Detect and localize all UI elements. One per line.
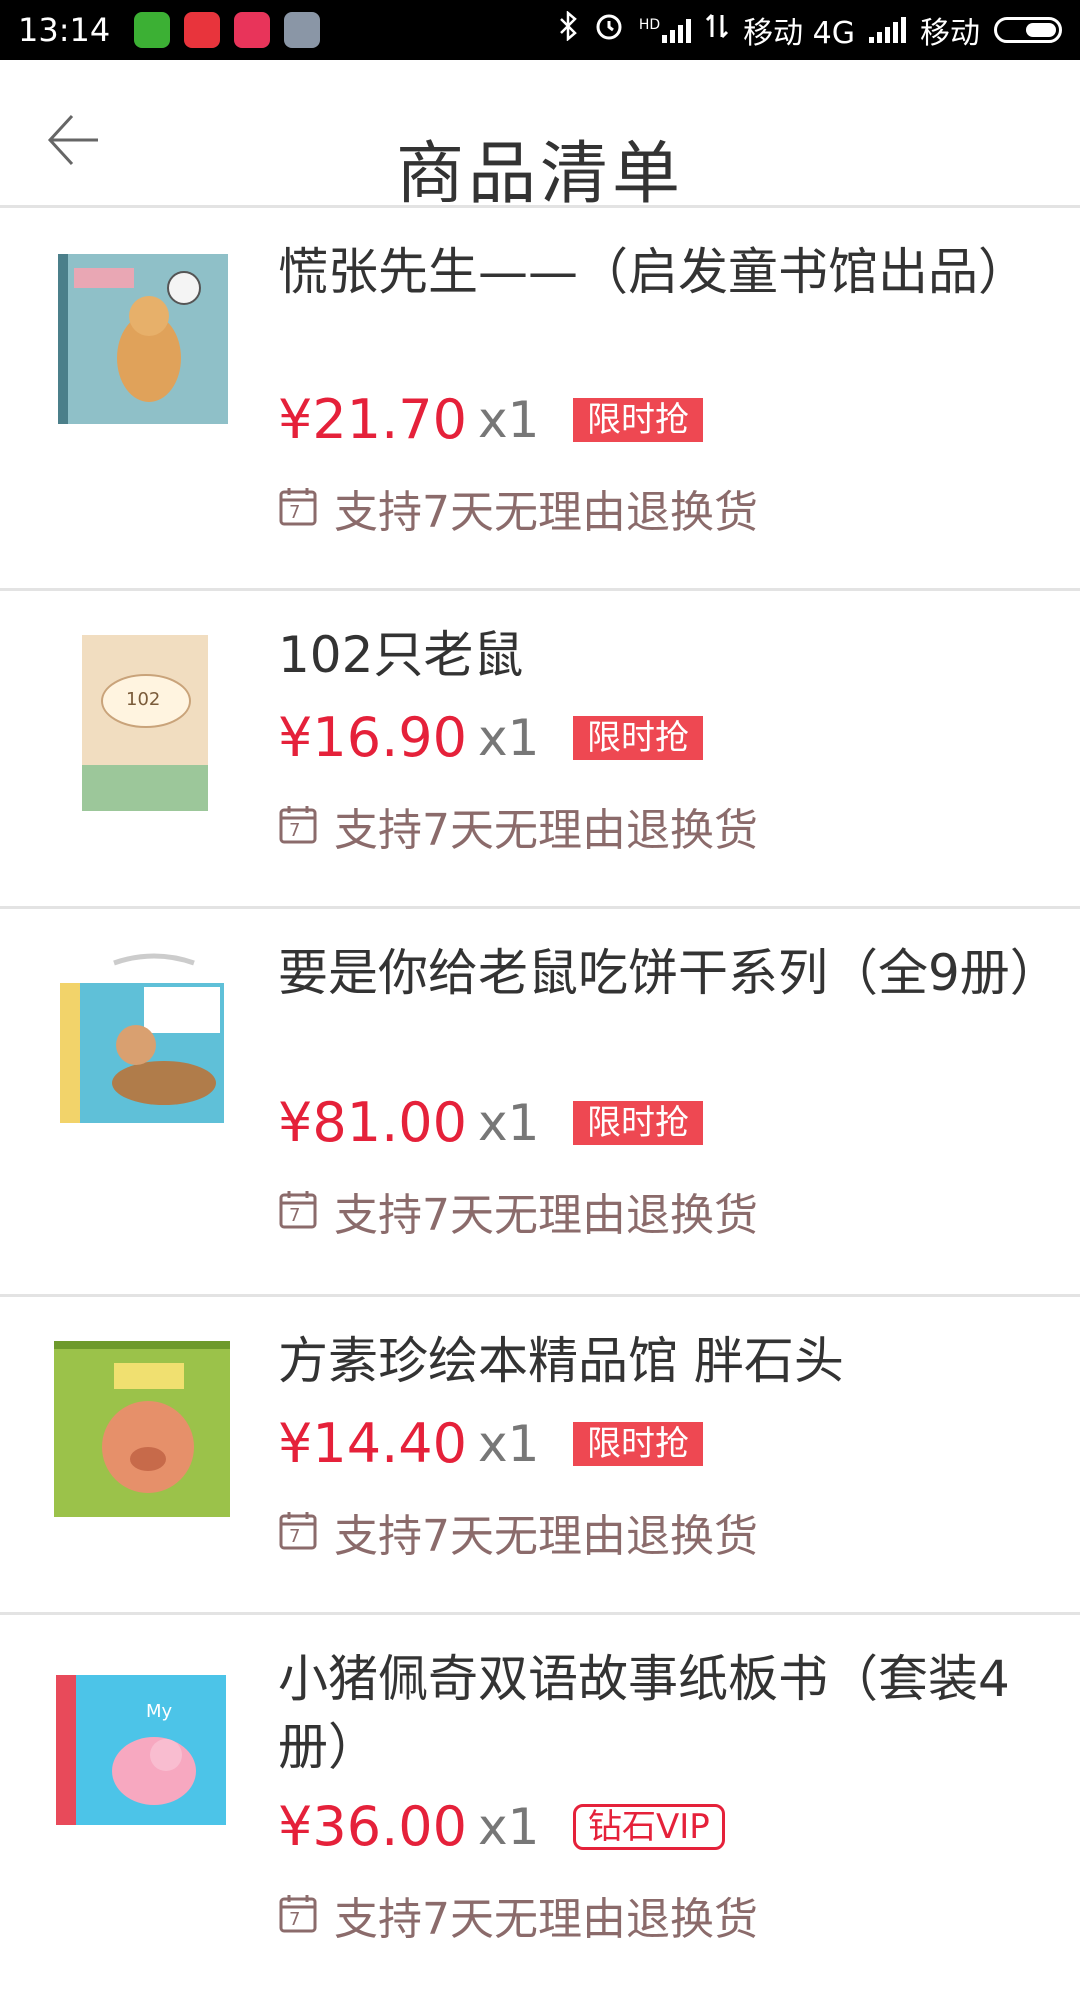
calendar-7-icon: 7 [278, 1892, 320, 1938]
calendar-7-icon: 7 [278, 803, 320, 849]
product-thumbnail[interactable] [54, 1341, 234, 1521]
return-policy-text: 支持7天无理由退换货 [334, 487, 758, 538]
bluetooth-icon [557, 10, 579, 49]
product-title[interactable]: 102只老鼠 [278, 621, 1038, 689]
return-policy-text: 支持7天无理由退换货 [334, 805, 758, 856]
return-policy-text: 支持7天无理由退换货 [334, 1190, 758, 1241]
video-app-icon [234, 12, 271, 48]
product-quantity: x1 [478, 1093, 540, 1152]
product-thumbnail[interactable] [54, 953, 234, 1133]
header-bar: 商品清单 [0, 60, 1080, 214]
product-price: ¥14.40 [278, 1412, 467, 1475]
promo-badge: 限时抢 [573, 1421, 703, 1466]
data-transfer-icon [705, 11, 729, 49]
svg-text:7: 7 [289, 1526, 300, 1547]
product-quantity: x1 [478, 708, 540, 767]
signal-icon [869, 17, 906, 43]
product-title[interactable]: 慌张先生——（启发童书馆出品） [278, 238, 1038, 306]
product-list: 慌张先生——（启发童书馆出品） ¥21.70 x1 限时抢 7 支持7天无理由退… [0, 208, 1080, 2015]
battery-icon [994, 17, 1062, 43]
alarm-icon [593, 10, 625, 50]
carrier-2-label: 移动 [920, 16, 980, 51]
shopping-app-icon [184, 12, 221, 48]
product-thumbnail[interactable]: 102 [54, 635, 234, 815]
product-price: ¥16.90 [278, 706, 467, 769]
list-item[interactable]: 方素珍绘本精品馆 胖石头 ¥14.40 x1 限时抢 7 支持7天无理由退换货 [0, 1297, 1080, 1615]
list-item[interactable]: 102 102只老鼠 ¥16.90 x1 限时抢 7 支持7天无理由退换货 [0, 591, 1080, 909]
svg-text:My: My [146, 1701, 173, 1722]
promo-badge: 限时抢 [573, 397, 703, 442]
page-title: 商品清单 [395, 135, 684, 214]
wechat-icon [134, 12, 171, 48]
vip-badge: 钻石VIP [573, 1803, 725, 1850]
notes-app-icon [284, 12, 321, 48]
list-item[interactable]: My 小猪佩奇双语故事纸板书（套装4册） ¥36.00 x1 钻石VIP 7 支… [0, 1615, 1080, 2015]
hd-label: HD [638, 17, 661, 33]
list-item[interactable]: 慌张先生——（启发童书馆出品） ¥21.70 x1 限时抢 7 支持7天无理由退… [0, 208, 1080, 591]
product-price: ¥36.00 [278, 1795, 467, 1858]
calendar-7-icon: 7 [278, 1509, 320, 1555]
return-policy-text: 支持7天无理由退换货 [334, 1511, 758, 1562]
calendar-7-icon: 7 [278, 1188, 320, 1234]
svg-text:7: 7 [289, 1205, 300, 1226]
calendar-7-icon: 7 [278, 485, 320, 531]
product-quantity: x1 [478, 1797, 540, 1856]
return-policy-text: 支持7天无理由退换货 [334, 1894, 758, 1945]
promo-badge: 限时抢 [573, 715, 703, 760]
svg-text:7: 7 [289, 502, 300, 523]
product-thumbnail[interactable] [54, 248, 234, 428]
carrier-1-label: 移动 4G [743, 16, 855, 51]
product-quantity: x1 [478, 1414, 540, 1473]
status-time: 13:14 [18, 11, 111, 49]
product-thumbnail[interactable]: My [54, 1671, 234, 1851]
svg-text:102: 102 [126, 689, 160, 710]
hd-signal-icon: HD [638, 17, 692, 43]
svg-text:7: 7 [289, 820, 300, 841]
product-title[interactable]: 要是你给老鼠吃饼干系列（全9册） [278, 939, 1060, 1007]
product-title[interactable]: 小猪佩奇双语故事纸板书（套装4册） [278, 1645, 1038, 1781]
product-quantity: x1 [478, 390, 540, 449]
product-price: ¥81.00 [278, 1091, 467, 1154]
promo-badge: 限时抢 [573, 1100, 703, 1145]
product-price: ¥21.70 [278, 388, 467, 451]
status-bar: 13:14 HD 移动 4G 移动 [0, 0, 1080, 60]
product-title[interactable]: 方素珍绘本精品馆 胖石头 [278, 1327, 1038, 1395]
list-item[interactable]: 要是你给老鼠吃饼干系列（全9册） ¥81.00 x1 限时抢 7 支持7天无理由… [0, 909, 1080, 1297]
